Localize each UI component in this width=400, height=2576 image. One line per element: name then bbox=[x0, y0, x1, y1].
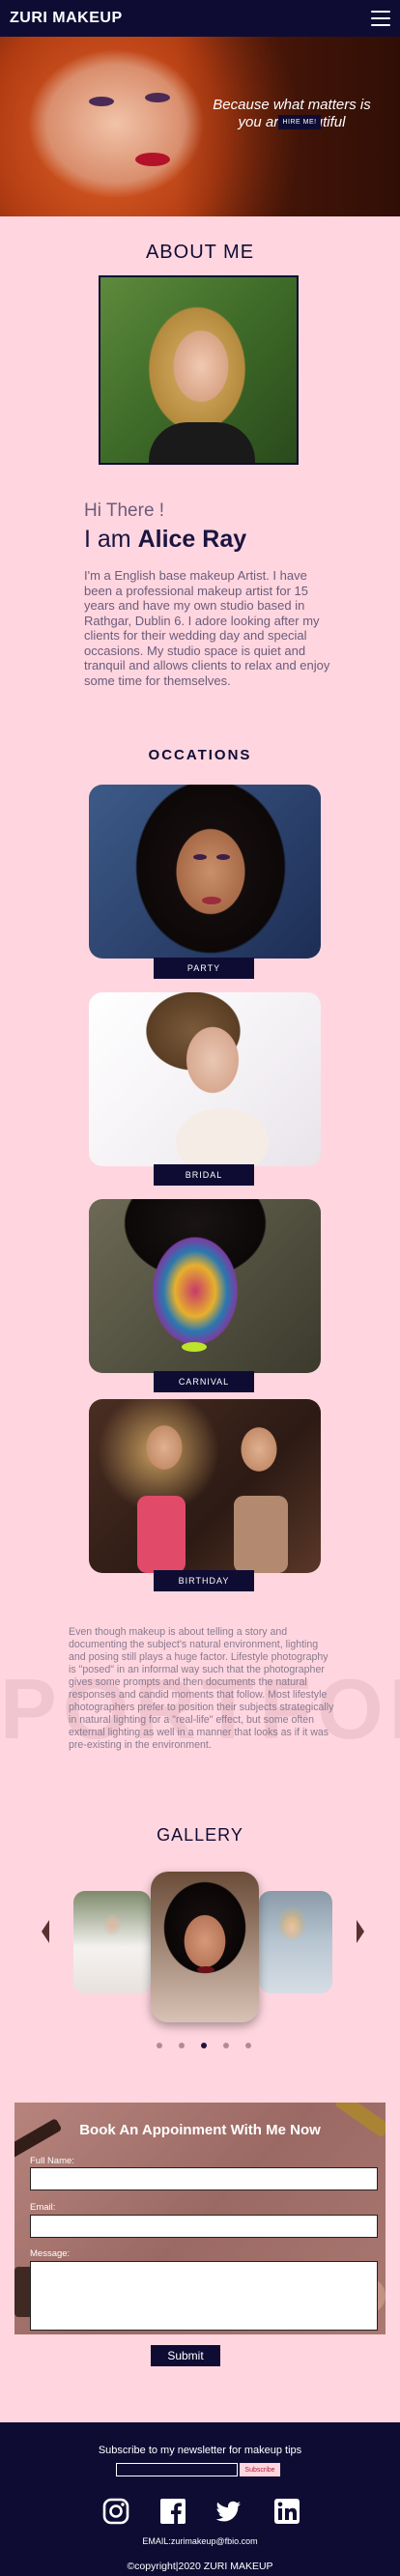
email-input[interactable] bbox=[30, 2215, 378, 2238]
occasion-label-carnival[interactable]: CARNIVAL bbox=[154, 1371, 254, 1392]
occasion-card-party[interactable] bbox=[89, 785, 321, 959]
about-portrait bbox=[99, 275, 299, 465]
gallery-image-left[interactable] bbox=[73, 1891, 151, 1993]
footer: Subscribe to my newsletter for makeup ti… bbox=[0, 2422, 400, 2576]
gallery-dot[interactable] bbox=[179, 2043, 185, 2048]
about-text: I'm a English base makeup Artist. I have… bbox=[84, 568, 330, 688]
appointment-form: Book An Appoinment With Me Now Full Name… bbox=[14, 2103, 386, 2334]
about-title: ABOUT ME bbox=[145, 242, 255, 263]
gallery-image-center[interactable] bbox=[151, 1872, 259, 2022]
occasion-card-bridal[interactable] bbox=[89, 992, 321, 1166]
message-label: Message: bbox=[30, 2248, 71, 2259]
gallery-pagination bbox=[157, 2043, 251, 2048]
occasions-title: OCCATIONS bbox=[148, 747, 252, 763]
instagram-icon[interactable] bbox=[102, 2498, 129, 2525]
hero-eye bbox=[89, 97, 114, 106]
hero-banner: Because what matters is you are beautifu… bbox=[0, 37, 400, 216]
brand-logo[interactable]: ZURI MAKEUP bbox=[10, 10, 123, 27]
newsletter-text: Subscribe to my newsletter for makeup ti… bbox=[98, 2445, 302, 2456]
artist-name: I am Alice Ray bbox=[84, 526, 247, 553]
story-text: Even though makeup is about telling a st… bbox=[69, 1626, 334, 1751]
gallery-next-arrow-icon[interactable] bbox=[357, 1920, 364, 1943]
gallery-image-right[interactable] bbox=[259, 1891, 332, 1993]
linkedin-icon[interactable] bbox=[273, 2498, 300, 2525]
gallery-dot-active[interactable] bbox=[201, 2043, 207, 2048]
hero-lips bbox=[135, 153, 170, 166]
copyright: ©copyright|2020 ZURI MAKEUP bbox=[127, 2561, 273, 2572]
gallery-dot[interactable] bbox=[223, 2043, 229, 2048]
subscribe-button[interactable]: Subscribe bbox=[240, 2463, 280, 2476]
gallery-dot[interactable] bbox=[157, 2043, 162, 2048]
greeting: Hi There ! bbox=[84, 501, 165, 521]
gallery-title: GALLERY bbox=[157, 1825, 243, 1845]
occasion-card-birthday[interactable] bbox=[89, 1399, 321, 1573]
occasion-card-carnival[interactable] bbox=[89, 1199, 321, 1373]
gallery-prev-arrow-icon[interactable] bbox=[42, 1920, 49, 1943]
hamburger-icon[interactable] bbox=[371, 11, 390, 26]
top-navbar: ZURI MAKEUP bbox=[0, 0, 400, 37]
occasion-label-party[interactable]: PARTY bbox=[154, 958, 254, 979]
footer-email[interactable]: EMAIL:zurimakeup@fbio.com bbox=[0, 2536, 400, 2546]
submit-button[interactable]: Submit bbox=[151, 2345, 220, 2366]
email-label: Email: bbox=[30, 2202, 56, 2213]
hire-me-button[interactable]: HIRE ME! bbox=[278, 115, 321, 129]
newsletter-email-input[interactable] bbox=[116, 2463, 238, 2476]
gallery-dot[interactable] bbox=[245, 2043, 251, 2048]
occasion-label-birthday[interactable]: BIRTHDAY bbox=[154, 1570, 254, 1591]
fullname-input[interactable] bbox=[30, 2167, 378, 2190]
facebook-icon[interactable] bbox=[159, 2498, 186, 2525]
fullname-label: Full Name: bbox=[30, 2156, 74, 2166]
hero-eye bbox=[145, 93, 170, 102]
appointment-title: Book An Appoinment With Me Now bbox=[79, 2122, 321, 2138]
occasion-label-bridal[interactable]: BRIDAL bbox=[154, 1164, 254, 1186]
twitter-icon[interactable] bbox=[214, 2498, 242, 2525]
message-textarea[interactable] bbox=[30, 2261, 378, 2331]
